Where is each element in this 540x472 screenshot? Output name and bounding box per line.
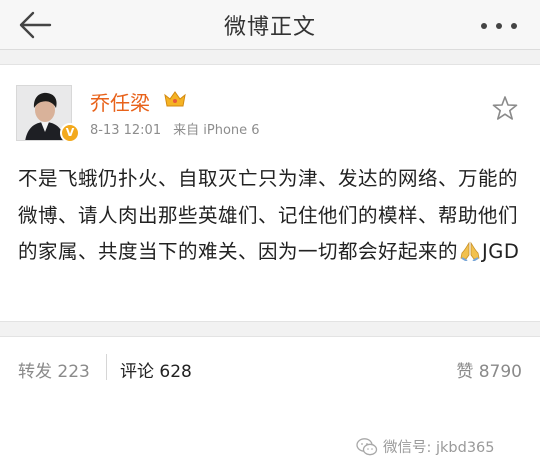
like-button[interactable]: 赞 8790: [456, 357, 522, 382]
star-icon[interactable]: [492, 95, 518, 121]
post-text-main: 不是飞蛾仍扑火、自取灭亡只为津、发达的网络、万能的微博、请人肉出那些英雄们、记住…: [18, 167, 519, 263]
crown-icon: [164, 91, 186, 107]
top-nav-bar: 微博正文: [0, 0, 540, 50]
pray-hands-icon: [460, 241, 480, 261]
watermark-text: 微信号: jkbd365: [383, 440, 495, 456]
wechat-watermark-icon: [356, 438, 378, 456]
more-dots-icon[interactable]: [480, 22, 518, 30]
post-text-tail: JGD: [482, 240, 520, 263]
author-name[interactable]: 乔任梁: [90, 87, 150, 116]
repost-button[interactable]: 转发 223: [18, 357, 90, 382]
post-timestamp: 8-13 12:01: [90, 123, 162, 138]
page-title: 微博正文: [223, 15, 316, 40]
comments-area: [0, 398, 540, 472]
post-card: V 乔任梁 8-13 12:01 来自 iPhone 6 不是飞蛾仍扑火、自取灭亡…: [0, 64, 540, 322]
post-source: iPhone 6: [203, 123, 260, 138]
post-meta: 8-13 12:01 来自 iPhone 6: [90, 119, 260, 138]
source-prefix: 来自: [173, 123, 200, 138]
divider: [106, 354, 107, 380]
comment-tab[interactable]: 评论 628: [120, 357, 192, 382]
action-bar: 转发 223 评论 628 赞 8790: [0, 336, 540, 398]
post-text: 不是飞蛾仍扑火、自取灭亡只为津、发达的网络、万能的微博、请人肉出那些英雄们、记住…: [18, 161, 528, 271]
verified-badge: V: [60, 123, 80, 143]
